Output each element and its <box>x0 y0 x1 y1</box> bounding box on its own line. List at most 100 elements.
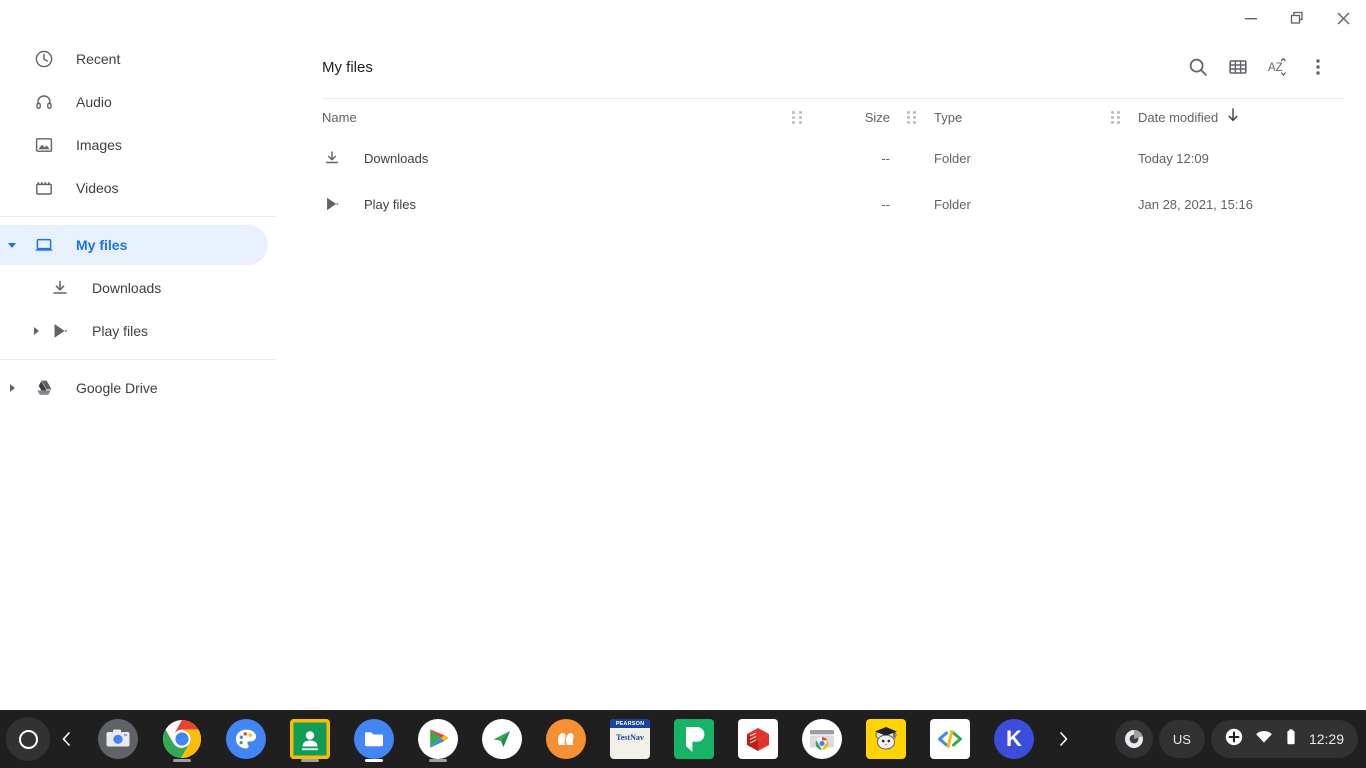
table-row[interactable]: Play files -- Folder Jan 28, 2021, 15:16 <box>276 181 1366 227</box>
sort-az-icon[interactable]: AZ <box>1258 47 1298 87</box>
column-header-date-label: Date modified <box>1138 109 1219 125</box>
shelf-app-classroom[interactable] <box>278 710 342 768</box>
search-icon[interactable] <box>1178 47 1218 87</box>
app-running-indicator <box>301 759 319 762</box>
play-store-icon <box>322 194 342 214</box>
chevron-down-icon[interactable] <box>0 240 24 250</box>
sidebar-item-recent[interactable]: Recent <box>0 39 268 79</box>
shelf-app-padlet[interactable] <box>662 710 726 768</box>
table-row[interactable]: Downloads -- Folder Today 12:09 <box>276 135 1366 181</box>
sidebar-item-downloads[interactable]: Downloads <box>0 268 268 308</box>
clock-icon <box>32 47 56 71</box>
launcher-button[interactable] <box>6 717 50 761</box>
sidebar: Recent Audio Images Videos My files Down… <box>0 36 276 710</box>
keyboard-layout-button[interactable]: US <box>1158 720 1205 758</box>
files-icon <box>354 719 394 759</box>
row-name-label: Play files <box>364 196 417 212</box>
shelf-app-web-store[interactable] <box>790 710 854 768</box>
back-button[interactable] <box>50 717 84 761</box>
forward-button[interactable] <box>1046 717 1080 761</box>
shelf-left: PEARSON TestNav K <box>0 710 1080 768</box>
shelf-app-typing-club[interactable] <box>854 710 918 768</box>
shelf-app-play-store[interactable] <box>406 710 470 768</box>
row-date-modified: Jan 28, 2021, 15:16 <box>1138 196 1253 212</box>
sidebar-divider <box>0 216 276 217</box>
battery-icon <box>1285 728 1297 751</box>
sidebar-divider <box>0 359 276 360</box>
camera-icon <box>98 719 138 759</box>
shelf-apps: PEARSON TestNav K <box>86 710 1080 768</box>
row-size: -- <box>881 196 890 212</box>
chevron-right-icon[interactable] <box>24 326 48 336</box>
shelf-app-testnav[interactable]: PEARSON TestNav <box>598 710 662 768</box>
shelf-app-seesaw[interactable] <box>470 710 534 768</box>
palette-icon <box>226 719 266 759</box>
grip-icon <box>906 110 918 124</box>
sidebar-item-videos[interactable]: Videos <box>0 168 268 208</box>
sidebar-item-audio[interactable]: Audio <box>0 82 268 122</box>
column-header-name[interactable]: Name <box>322 110 792 125</box>
sidebar-item-my-files[interactable]: My files <box>0 225 268 265</box>
window-controls <box>1226 0 1366 36</box>
testnav-brand-top: PEARSON <box>610 719 650 728</box>
testnav-icon: PEARSON TestNav <box>610 719 650 759</box>
bird-icon <box>546 719 586 759</box>
more-options-icon[interactable] <box>1298 47 1338 87</box>
padlet-icon <box>674 719 714 759</box>
wifi-icon <box>1255 728 1273 751</box>
code-brackets-icon <box>930 719 970 759</box>
row-type: Folder <box>934 150 971 166</box>
clock-label: 12:29 <box>1308 731 1344 747</box>
sidebar-item-label: Recent <box>76 51 121 67</box>
shelf-app-canvas[interactable] <box>214 710 278 768</box>
shelf-app-camera[interactable] <box>86 710 150 768</box>
sidebar-item-label: My files <box>76 237 128 253</box>
row-name-cell: Play files <box>322 194 792 214</box>
chevron-right-icon[interactable] <box>0 383 24 393</box>
shelf-app-kami[interactable]: K <box>982 710 1046 768</box>
shelf-app-chrome[interactable] <box>150 710 214 768</box>
sidebar-item-label: Downloads <box>92 280 162 296</box>
row-size: -- <box>881 150 890 166</box>
chrome-web-store-icon <box>802 719 842 759</box>
main-panel: My files AZ Name Size Type Date modified… <box>276 36 1366 710</box>
shelf-app-duolingo[interactable] <box>534 710 598 768</box>
sort-descending-arrow-icon <box>1226 107 1240 128</box>
image-icon <box>32 133 56 157</box>
shelf: PEARSON TestNav K US 12:29 <box>0 710 1366 768</box>
testnav-brand-bottom: TestNav <box>616 733 644 742</box>
column-header-type[interactable]: Type <box>934 110 1094 125</box>
sidebar-item-label: Play files <box>92 323 149 339</box>
shelf-app-files[interactable] <box>342 710 406 768</box>
toolbar: My files AZ <box>276 36 1366 98</box>
column-resize-handle-size[interactable] <box>890 110 934 124</box>
column-resize-handle-type[interactable] <box>1094 110 1138 124</box>
grid-view-icon[interactable] <box>1218 47 1258 87</box>
status-area-button[interactable]: 12:29 <box>1210 720 1358 758</box>
sidebar-item-images[interactable]: Images <box>0 125 268 165</box>
column-header-date-modified[interactable]: Date modified <box>1138 107 1338 128</box>
classroom-icon <box>290 719 330 759</box>
kami-icon: K <box>994 719 1034 759</box>
play-store-icon <box>418 719 458 759</box>
svg-text:AZ: AZ <box>1268 62 1283 74</box>
play-store-icon <box>48 319 72 343</box>
app-running-indicator <box>429 759 447 762</box>
restore-button[interactable] <box>1274 0 1320 36</box>
sidebar-item-google-drive[interactable]: Google Drive <box>0 368 268 408</box>
sidebar-item-label: Google Drive <box>76 380 158 396</box>
row-name-label: Downloads <box>364 150 429 166</box>
shelf-app-code[interactable] <box>918 710 982 768</box>
grip-icon <box>1110 110 1122 124</box>
minimize-button[interactable] <box>1228 0 1274 36</box>
sidebar-item-play-files[interactable]: Play files <box>0 311 268 351</box>
mouse-graduate-icon <box>866 719 906 759</box>
sketchup-icon <box>738 719 778 759</box>
column-resize-handle-name[interactable] <box>792 110 810 124</box>
column-header-size[interactable]: Size <box>810 110 890 125</box>
close-button[interactable] <box>1320 0 1366 36</box>
page-title: My files <box>322 58 373 76</box>
kami-glyph: K <box>1006 726 1022 751</box>
shelf-app-sketchup[interactable] <box>726 710 790 768</box>
screen-capture-button[interactable] <box>1114 720 1153 758</box>
